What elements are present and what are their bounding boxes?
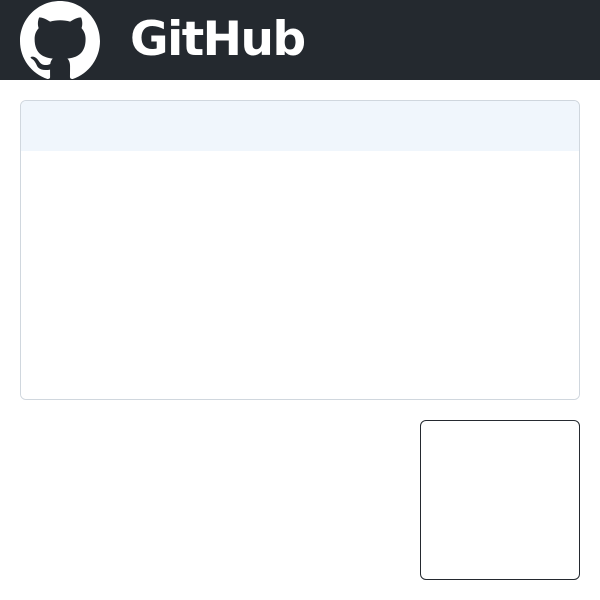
side-box (420, 420, 580, 580)
github-octocat-icon[interactable] (20, 1, 100, 81)
brand-wordmark[interactable]: GitHub (130, 10, 306, 70)
site-header: GitHub (0, 0, 600, 80)
main-card-body (21, 151, 579, 399)
main-card (20, 100, 580, 400)
main-card-header (21, 101, 579, 151)
